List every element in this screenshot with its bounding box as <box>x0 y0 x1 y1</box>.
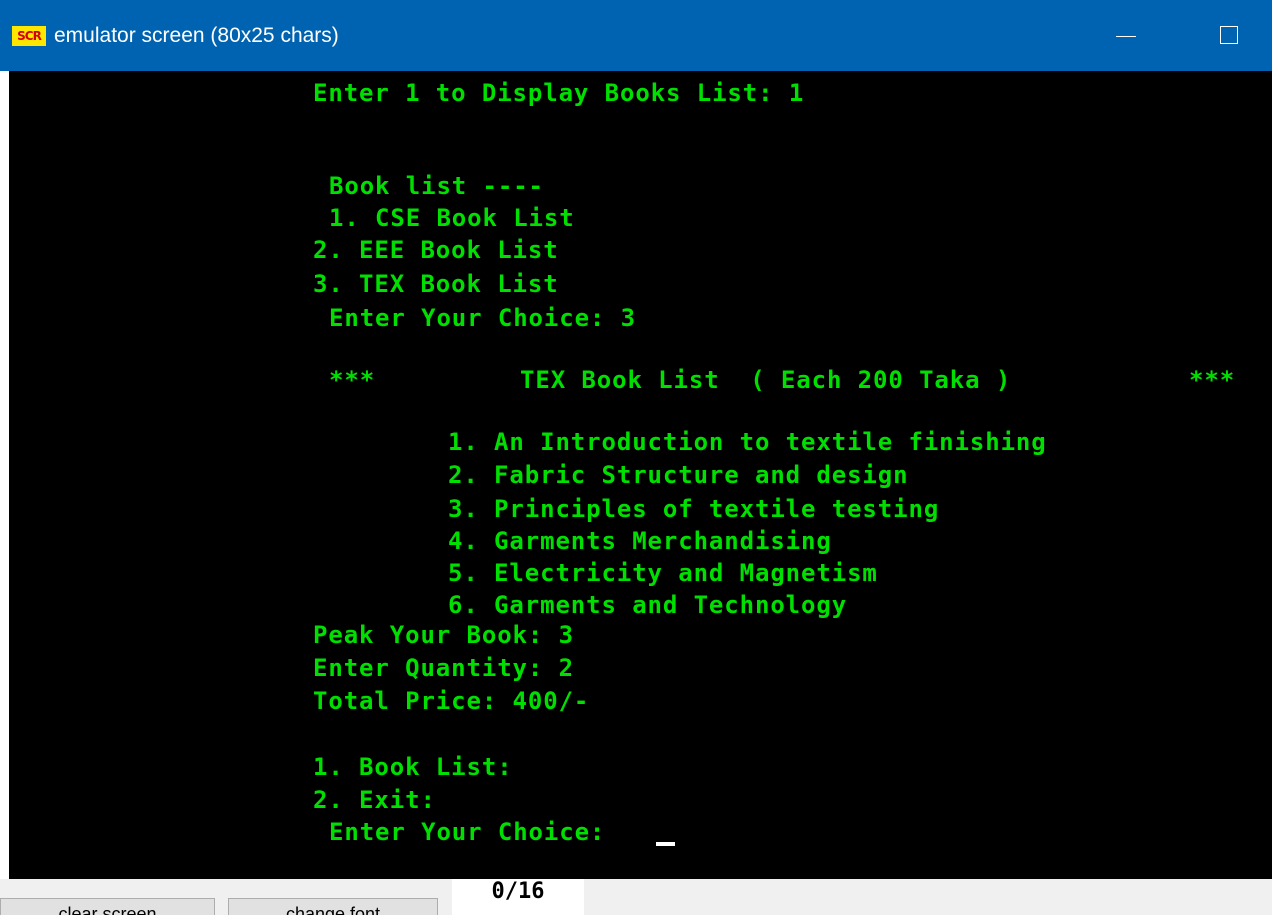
minimize-button[interactable] <box>1096 16 1156 56</box>
book-item-2: 2. Fabric Structure and design <box>448 461 909 489</box>
window-title: emulator screen (80x25 chars) <box>54 24 339 47</box>
text-cursor <box>656 842 675 846</box>
title-bar[interactable]: SCR emulator screen (80x25 chars) <box>0 0 1272 71</box>
minimize-icon <box>1116 36 1136 37</box>
book-item-5: 5. Electricity and Magnetism <box>448 559 878 587</box>
prompt-pick-book: Peak Your Book: 3 <box>313 621 574 649</box>
maximize-icon <box>1220 26 1238 44</box>
change-font-button[interactable]: change font <box>228 898 438 915</box>
page-counter: 0/16 <box>452 879 584 915</box>
book-item-6: 6. Garments and Technology <box>448 591 848 619</box>
bottom-toolbar: clear screen change font 0/16 <box>0 879 1272 915</box>
terminal-screen[interactable]: Enter 1 to Display Books List: 1 Book li… <box>9 71 1272 879</box>
menu-option-cse: 1. CSE Book List <box>329 204 575 232</box>
prompt-display-books: Enter 1 to Display Books List: 1 <box>313 79 805 107</box>
stars-left: *** <box>329 366 376 394</box>
total-price: Total Price: 400/- <box>313 687 590 715</box>
tex-list-header: TEX Book List ( Each 200 Taka ) <box>520 366 1012 394</box>
window-border <box>0 71 9 879</box>
clear-screen-button[interactable]: clear screen <box>0 898 215 915</box>
prompt-choice-2: Enter Your Choice: <box>329 818 621 846</box>
menu-option-exit: 2. Exit: <box>313 786 436 814</box>
stars-right: *** <box>1189 366 1236 394</box>
prompt-quantity: Enter Quantity: 2 <box>313 654 574 682</box>
book-item-3: 3. Principles of textile testing <box>448 495 940 523</box>
book-item-4: 4. Garments Merchandising <box>448 527 832 555</box>
prompt-choice-1: Enter Your Choice: 3 <box>329 304 636 332</box>
emulator-app-icon: SCR <box>12 26 46 46</box>
book-item-1: 1. An Introduction to textile finishing <box>448 428 1047 456</box>
emulator-window: SCR emulator screen (80x25 chars) Enter … <box>0 0 1272 915</box>
menu-option-eee: 2. EEE Book List <box>313 236 559 264</box>
menu-option-book-list: 1. Book List: <box>313 753 513 781</box>
book-list-heading: Book list ---- <box>329 172 544 200</box>
menu-option-tex: 3. TEX Book List <box>313 270 559 298</box>
maximize-button[interactable] <box>1200 16 1260 56</box>
